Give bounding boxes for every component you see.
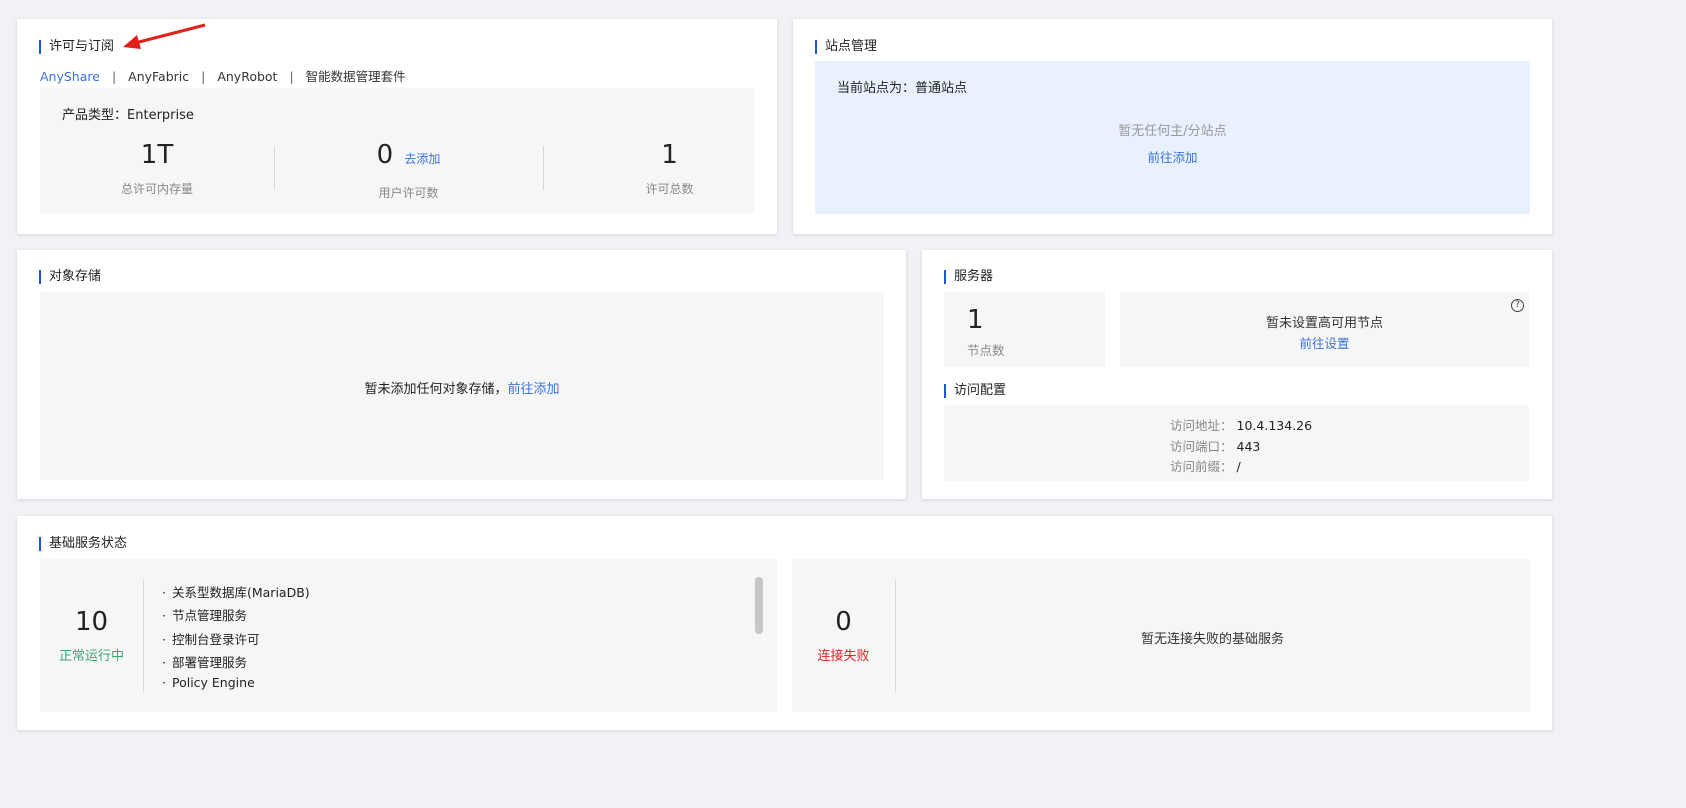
stat-total-value: 1 <box>661 140 678 170</box>
failed-panel: 0 连接失败 暂无连接失败的基础服务 <box>792 559 1530 712</box>
access-port-value: 443 <box>1236 439 1261 454</box>
access-port-label: 访问端口： <box>1170 439 1233 454</box>
service-name: 关系型数据库(MariaDB) <box>171 585 310 600</box>
running-count: 10 <box>74 607 109 637</box>
object-storage-panel: 暂未添加任何对象存储，前往添加 <box>40 292 884 480</box>
stat-storage-label: 总许可内存量 <box>120 182 193 196</box>
server-title: 服务器 <box>944 270 993 284</box>
access-panel: 访问地址： 10.4.134.26 访问端口： 443 访问前缀： / <box>944 405 1529 481</box>
stat-storage: 1T 总许可内存量 <box>40 138 274 197</box>
divider <box>143 579 144 692</box>
tab-data-suite[interactable]: 智能数据管理套件 <box>306 69 406 84</box>
server-card: 服务器 1 节点数 暂未设置高可用节点 前往设置 ? 访问配置 访问地址： 10.… <box>922 250 1552 499</box>
access-prefix-value: / <box>1236 459 1241 474</box>
list-item: · 控制台登录许可 <box>162 631 260 647</box>
tab-anyshare[interactable]: AnyShare <box>40 69 100 84</box>
stat-users-value: 0 <box>376 140 394 170</box>
tab-separator: | <box>111 69 117 84</box>
access-row: 访问前缀： / <box>1170 456 1241 475</box>
ha-text: 暂未设置高可用节点 <box>1265 316 1383 331</box>
service-name: 节点管理服务 <box>171 608 247 624</box>
help-icon[interactable]: ? <box>1511 299 1524 312</box>
service-name: 控制台登录许可 <box>171 631 260 647</box>
list-item: · Policy Engine <box>162 675 255 691</box>
site-title: 站点管理 <box>815 40 877 54</box>
product-type-label: 产品类型： <box>62 108 128 123</box>
license-card: 许可与订阅 AnyShare | AnyFabric | AnyRobot | … <box>17 19 777 234</box>
object-storage-card: 对象存储 暂未添加任何对象存储，前往添加 <box>17 250 906 499</box>
ha-panel: 暂未设置高可用节点 前往设置 ? <box>1120 292 1529 367</box>
access-title: 访问配置 <box>944 384 1006 398</box>
node-count-panel: 1 节点数 <box>944 292 1105 367</box>
running-label: 正常运行中 <box>58 649 124 664</box>
failed-count: 0 <box>835 607 852 637</box>
site-add-link[interactable]: 前往添加 <box>1147 150 1197 165</box>
stat-total-label: 许可总数 <box>645 182 694 196</box>
product-type-value: Enterprise <box>127 108 194 123</box>
site-card: 站点管理 当前站点为：普通站点 暂无任何主/分站点 前往添加 <box>793 19 1552 234</box>
site-empty-text: 暂无任何主/分站点 <box>1118 124 1227 139</box>
site-panel: 当前站点为：普通站点 暂无任何主/分站点 前往添加 <box>815 61 1530 214</box>
failed-empty-text: 暂无连接失败的基础服务 <box>1140 632 1284 647</box>
list-item: · 部署管理服务 <box>162 654 247 670</box>
service-list-scrollbar[interactable] <box>755 577 763 634</box>
current-site-text: 当前站点为：普通站点 <box>837 81 968 96</box>
access-prefix-label: 访问前缀： <box>1170 459 1233 474</box>
product-tabs: AnyShare | AnyFabric | AnyRobot | 智能数据管理… <box>40 66 406 85</box>
service-name: 部署管理服务 <box>171 654 247 670</box>
object-storage-add-link[interactable]: 前往添加 <box>508 382 560 397</box>
failed-label: 连接失败 <box>817 649 870 664</box>
tab-anyfabric[interactable]: AnyFabric <box>128 69 189 84</box>
object-storage-empty-text: 暂未添加任何对象存储， <box>364 382 508 397</box>
node-count-label: 节点数 <box>967 343 1005 358</box>
annotation-arrow-icon <box>123 23 206 49</box>
stat-total: 1 许可总数 <box>543 138 796 197</box>
running-service-list: · 关系型数据库(MariaDB) · 节点管理服务 · 控制台登录许可 · 部署管理服… <box>162 582 310 698</box>
list-item: · 关系型数据库(MariaDB) <box>162 585 310 600</box>
service-name: Policy Engine <box>171 675 255 691</box>
stat-users: 0 去添加 用户许可数 <box>274 138 543 201</box>
product-type: 产品类型：Enterprise <box>62 104 194 123</box>
stat-storage-value: 1T <box>140 140 174 170</box>
services-title: 基础服务状态 <box>39 537 127 551</box>
object-storage-title: 对象存储 <box>39 270 101 284</box>
access-address-label: 访问地址： <box>1170 418 1233 433</box>
license-panel: 产品类型：Enterprise 1T 总许可内存量 0 去添加 用户许可数 1 … <box>40 88 754 213</box>
add-user-license-link[interactable]: 去添加 <box>404 152 440 166</box>
list-item: · 节点管理服务 <box>162 608 247 624</box>
access-address-value: 10.4.134.26 <box>1236 418 1313 433</box>
ha-setup-link[interactable]: 前往设置 <box>1299 336 1349 351</box>
access-row: 访问端口： 443 <box>1170 436 1260 455</box>
stat-users-label: 用户许可数 <box>378 186 439 200</box>
tab-anyrobot[interactable]: AnyRobot <box>217 69 277 84</box>
running-panel: 10 正常运行中 · 关系型数据库(MariaDB) · 节点管理服务 · 控制台登录… <box>40 559 777 712</box>
tab-separator: | <box>289 69 294 84</box>
node-count-value: 1 <box>967 305 984 335</box>
tab-separator: | <box>201 69 206 84</box>
license-title: 许可与订阅 <box>39 40 114 54</box>
services-card: 基础服务状态 10 正常运行中 · 关系型数据库(MariaDB) · 节点管理服务… <box>17 516 1552 730</box>
access-row: 访问地址： 10.4.134.26 <box>1170 415 1312 434</box>
